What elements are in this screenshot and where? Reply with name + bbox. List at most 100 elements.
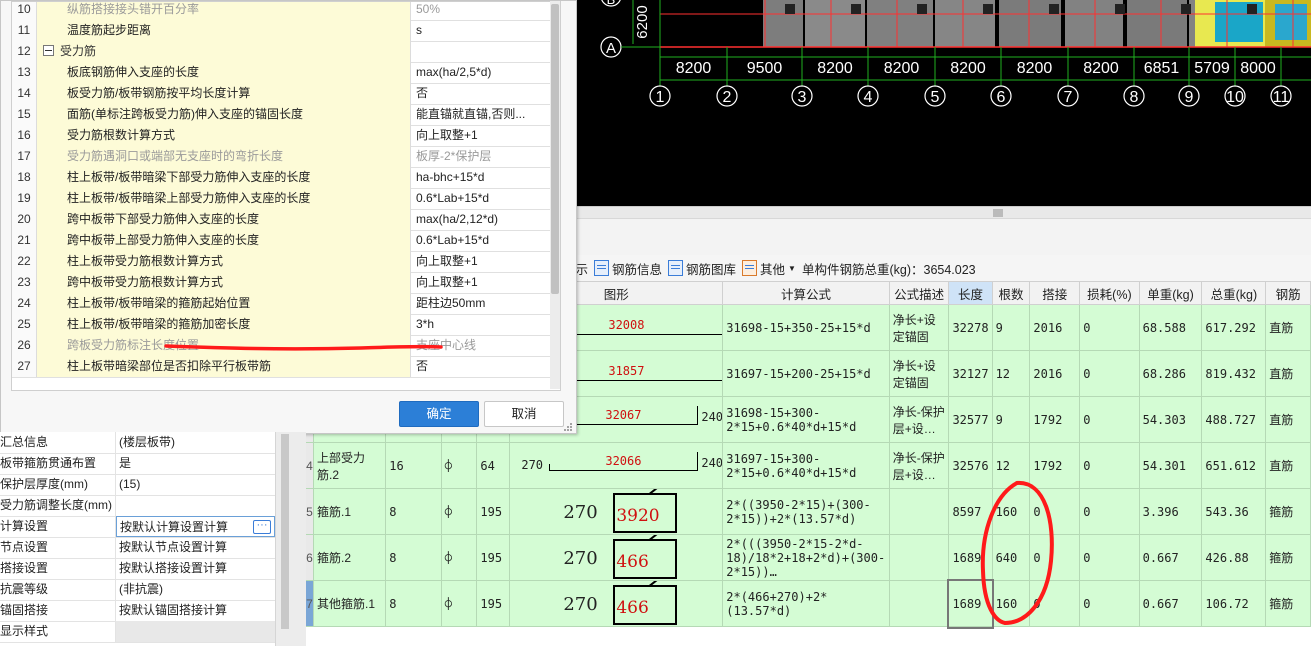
settings-row[interactable]: 26 跨板受力筋标注长度位置 支座中心线 — [12, 335, 560, 357]
setting-value[interactable]: 能直锚就直锚,否则... — [412, 104, 542, 125]
rebar-type[interactable]: 直筋 — [1265, 442, 1311, 489]
settings-row[interactable]: 24 柱上板带/板带暗梁的箍筋起始位置 距柱边50mm — [12, 293, 560, 315]
settings-row[interactable]: 23 跨中板带受力筋根数计算方式 向上取整+1 — [12, 272, 560, 294]
cad-viewport[interactable]: 8200 9500 8200 8200 8200 8200 8200 6851 5709 8000… — [575, 0, 1311, 206]
formula-desc-header[interactable]: 公式描述 — [888, 281, 950, 305]
diameter[interactable]: 8 — [385, 534, 442, 581]
formula-description[interactable] — [888, 488, 950, 535]
rebar-name[interactable]: 其他箍筋.1 — [312, 580, 387, 627]
lap[interactable]: 0 — [1029, 534, 1081, 581]
property-value[interactable]: (楼层板带) — [116, 432, 275, 453]
rebar-type[interactable]: 箍筋 — [1265, 488, 1311, 535]
row-number[interactable]: 4 — [305, 442, 314, 489]
property-row[interactable]: 节点设置 按默认节点设置计算 — [0, 537, 275, 559]
scroll-thumb[interactable] — [551, 4, 559, 294]
property-value[interactable] — [116, 495, 275, 516]
length[interactable]: 32127 — [948, 350, 993, 397]
property-row[interactable]: 汇总信息 (楼层板带) — [0, 432, 275, 454]
length[interactable]: 1689 — [948, 534, 993, 581]
ok-button[interactable]: 确定 — [399, 401, 479, 427]
rebar-shape[interactable]: 270 466 — [509, 580, 724, 627]
formula-description[interactable] — [888, 534, 950, 581]
diameter[interactable]: 8 — [385, 488, 442, 535]
unit-weight[interactable]: 0.667 — [1138, 534, 1203, 581]
total-weight[interactable]: 819.432 — [1201, 350, 1267, 397]
loss-percent[interactable]: 0 — [1079, 350, 1140, 397]
settings-row[interactable]: 16 受力筋根数计算方式 向上取整+1 — [12, 125, 560, 147]
settings-vertical-scrollbar[interactable] — [550, 1, 560, 389]
settings-row[interactable]: 12 受力筋 — [12, 41, 560, 63]
rebar-type[interactable]: 箍筋 — [1265, 534, 1311, 581]
setting-value[interactable]: s — [412, 20, 542, 41]
setting-value[interactable]: 否 — [412, 356, 542, 377]
formula-description[interactable]: 净长+设定锚固 — [888, 350, 950, 397]
unit-weight[interactable]: 3.396 — [1138, 488, 1203, 535]
diameter[interactable]: 16 — [385, 442, 442, 489]
formula[interactable]: 31698-15+350-25+15*d — [722, 304, 890, 351]
property-value[interactable] — [116, 621, 275, 642]
property-row[interactable]: 锚固搭接 按默认锚固搭接计算 — [0, 600, 275, 622]
total-weight[interactable]: 543.36 — [1201, 488, 1267, 535]
settings-row[interactable]: 10 纵筋搭接接头错开百分率 50% — [12, 2, 560, 21]
row-number[interactable]: 6 — [305, 534, 314, 581]
rebar-name[interactable]: 箍筋.2 — [312, 534, 387, 581]
setting-value[interactable]: 否 — [412, 83, 542, 104]
length-header[interactable]: 长度 — [948, 281, 993, 305]
settings-row[interactable]: 14 板受力筋/板带钢筋按平均长度计算否 — [12, 83, 560, 105]
settings-row[interactable]: 13 板底钢筋伸入支座的长度 max(ha/2,5*d) — [12, 62, 560, 84]
rebar-row[interactable]: 7 其他箍筋.1 8 ⌽ 195 270 466 2*(466+270)+2*(13.57*d… — [305, 578, 1311, 629]
shape-code[interactable]: 64 — [476, 442, 511, 489]
count[interactable]: 12 — [991, 442, 1031, 489]
property-row[interactable]: 保护层厚度(mm) (15) — [0, 474, 275, 496]
rebar-shape[interactable]: 270 32066 240 — [509, 442, 724, 489]
collapse-icon[interactable] — [43, 45, 54, 56]
formula[interactable]: 2*(466+270)+2*(13.57*d) — [722, 580, 890, 627]
row-number[interactable]: 7 — [305, 580, 314, 627]
loss-percent[interactable]: 0 — [1079, 442, 1140, 489]
rebar-name[interactable]: 上部受力筋.2 — [312, 442, 387, 489]
rebar-shape[interactable]: 270 3920 — [509, 488, 724, 535]
length[interactable]: 32278 — [948, 304, 993, 351]
rebar-type[interactable]: 直筋 — [1265, 396, 1311, 443]
rebar-row[interactable]: 5 箍筋.1 8 ⌽ 195 270 3920 2*((3950-2*15)+(300-2*1… — [305, 488, 1311, 535]
rebar-info-button[interactable]: 钢筋信息 — [594, 259, 662, 278]
property-value[interactable]: 按默认计算设置计算 ··· — [116, 516, 275, 537]
diameter[interactable]: 8 — [385, 580, 442, 627]
lap[interactable]: 1792 — [1029, 396, 1081, 443]
property-value[interactable]: (非抗震) — [116, 579, 275, 600]
count[interactable]: 640 — [991, 534, 1031, 581]
formula[interactable]: 31697-15+300-2*15+0.6*40*d+15*d — [722, 442, 890, 489]
settings-row[interactable]: 25 柱上板带/板带暗梁的箍筋加密长度 3*h — [12, 314, 560, 336]
more-options-icon[interactable]: ··· — [253, 520, 271, 534]
loss-percent[interactable]: 0 — [1079, 580, 1140, 627]
settings-row[interactable]: 21 跨中板带上部受力筋伸入支座的长度 0.6*Lab+15*d — [12, 230, 560, 252]
cancel-button[interactable]: 取消 — [484, 401, 564, 427]
unit-weight[interactable]: 0.667 — [1138, 580, 1203, 627]
property-row[interactable]: 计算设置 按默认计算设置计算 ··· — [0, 516, 275, 538]
scroll-thumb[interactable] — [993, 209, 1003, 217]
setting-value[interactable]: 支座中心线 — [412, 335, 542, 356]
scroll-thumb[interactable] — [281, 434, 289, 629]
other-menu-button[interactable]: 其他 ▼ — [742, 259, 796, 278]
property-value[interactable]: (15) — [116, 474, 275, 495]
rebar-name[interactable]: 箍筋.1 — [312, 488, 387, 535]
rebar-type-header[interactable]: 钢筋 — [1265, 281, 1311, 305]
loss-percent[interactable]: 0 — [1079, 488, 1140, 535]
rebar-type[interactable]: 直筋 — [1265, 350, 1311, 397]
formula-description[interactable] — [888, 580, 950, 627]
unit-weight-header[interactable]: 单重(kg) — [1138, 281, 1203, 305]
length[interactable]: 32576 — [948, 442, 993, 489]
setting-value[interactable]: 向上取整+1 — [412, 272, 542, 293]
resize-grip-icon[interactable] — [563, 422, 573, 432]
settings-row[interactable]: 18 柱上板带/板带暗梁下部受力筋伸入支座的长度 ha-bhc+15*d — [12, 167, 560, 189]
shape-code[interactable]: 195 — [476, 488, 511, 535]
count-header[interactable]: 根数 — [991, 281, 1031, 305]
setting-value[interactable]: 50% — [412, 2, 542, 20]
rebar-type[interactable]: 箍筋 — [1265, 580, 1311, 627]
length[interactable]: 1689 — [946, 578, 995, 629]
rebar-row[interactable]: 4 上部受力筋.2 16 ⌽ 64 270 32066 240 31697-15+300-2*1… — [305, 442, 1311, 489]
property-row[interactable]: 受力筋调整长度(mm) — [0, 495, 275, 517]
total-weight[interactable]: 617.292 — [1201, 304, 1267, 351]
count[interactable]: 160 — [991, 580, 1031, 627]
length[interactable]: 8597 — [948, 488, 993, 535]
